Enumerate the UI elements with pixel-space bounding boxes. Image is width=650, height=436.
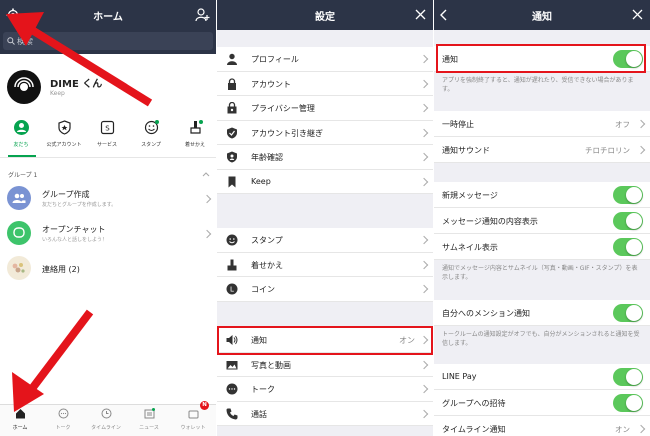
home-screen: ホーム 検索 DIME くん Keep 友だち 公式アカウント S サービス xyxy=(0,0,216,436)
chevron-right-icon xyxy=(419,103,429,113)
settings-item-themes[interactable]: 着せかえ xyxy=(217,253,433,277)
settings-item-calls[interactable]: 通話 xyxy=(217,402,433,426)
person-icon xyxy=(227,53,237,65)
chevron-right-icon xyxy=(419,284,429,294)
settings-item-photos-videos[interactable]: 写真と動画 xyxy=(217,353,433,377)
settings-item-coins[interactable]: L コイン xyxy=(217,277,433,302)
notify-mention-row: 自分へのメンション通知 xyxy=(434,300,650,326)
chevron-right-icon xyxy=(419,409,429,418)
notify-main-note: アプリを強制終了すると、通知が遅れたり、受信できない場合があります。 xyxy=(434,72,650,98)
notify-line-pay-row: LINE Pay xyxy=(434,364,650,390)
settings-screen: 設定 プロフィール アカウント プライバシー管理 アカウント引き継ぎ 年齢確認 … xyxy=(217,0,433,436)
chevron-right-icon xyxy=(419,360,429,369)
chevron-right-icon xyxy=(636,119,646,129)
settings-header: 設定 xyxy=(217,0,433,30)
notify-section-pause: 一時停止 オフ 通知サウンド チロチロリン xyxy=(434,111,650,163)
shield-person-icon xyxy=(227,151,237,163)
settings-item-account-transfer[interactable]: アカウント引き継ぎ xyxy=(217,121,433,145)
settings-group-content: スタンプ 着せかえ L コイン xyxy=(217,228,433,302)
bookmark-icon xyxy=(228,176,236,187)
photo-icon xyxy=(226,360,238,369)
chevron-right-icon xyxy=(419,79,429,88)
chevron-right-icon xyxy=(419,384,429,394)
group-invite-toggle[interactable] xyxy=(613,394,643,412)
message-preview-toggle[interactable] xyxy=(613,212,643,230)
notify-section-other: LINE Pay グループへの招待 タイムライン通知 オン xyxy=(434,364,650,436)
red-arrow-to-settings xyxy=(6,12,153,412)
chevron-right-icon xyxy=(636,145,646,155)
line-pay-toggle[interactable] xyxy=(613,368,643,386)
mention-toggle[interactable] xyxy=(613,304,643,322)
shield-check-icon xyxy=(227,127,237,138)
settings-item-age-verification[interactable]: 年齢確認 xyxy=(217,145,433,170)
notify-thumbnail-row: サムネイル表示 xyxy=(434,234,650,260)
close-icon[interactable] xyxy=(632,9,643,20)
chevron-right-icon xyxy=(419,54,429,64)
highlight-notification-toggle xyxy=(436,44,646,73)
notify-group-invite-row: グループへの招待 xyxy=(434,390,650,416)
thumbnail-toggle[interactable] xyxy=(613,238,643,256)
new-message-toggle[interactable] xyxy=(613,186,643,204)
settings-item-stickers[interactable]: スタンプ xyxy=(217,228,433,253)
settings-item-talk[interactable]: トーク xyxy=(217,377,433,402)
chevron-right-icon xyxy=(419,235,429,245)
settings-item-profile[interactable]: プロフィール xyxy=(217,47,433,72)
svg-text:L: L xyxy=(230,286,234,294)
notify-thumbnail-note: 通知でメッセージ内容とサムネイル（写真・動画・GIF・スタンプ）を表示します。 xyxy=(434,260,650,286)
notify-sound-row[interactable]: 通知サウンド チロチロリン xyxy=(434,137,650,163)
chevron-right-icon xyxy=(419,260,429,269)
notify-timeline-row[interactable]: タイムライン通知 オン xyxy=(434,416,650,436)
notifications-header: 通知 xyxy=(434,0,650,30)
chevron-right-icon xyxy=(419,128,429,137)
notify-section-messages: 新規メッセージ メッセージ通知の内容表示 サムネイル表示 通知でメッセージ内容と… xyxy=(434,182,650,286)
notify-pause-row[interactable]: 一時停止 オフ xyxy=(434,111,650,137)
phone-icon xyxy=(226,408,238,419)
key-lock-icon xyxy=(227,102,237,114)
settings-item-keep[interactable]: Keep xyxy=(217,170,433,194)
smile-icon xyxy=(226,234,238,246)
brush-icon xyxy=(227,259,237,270)
coin-icon: L xyxy=(226,283,238,295)
chevron-right-icon xyxy=(636,424,646,434)
notify-section-mention: 自分へのメンション通知 トークルームの通知設定がオフでも、自分がメンションされる… xyxy=(434,300,650,352)
settings-item-account[interactable]: アカウント xyxy=(217,72,433,96)
chat-icon xyxy=(226,383,238,395)
settings-item-privacy[interactable]: プライバシー管理 xyxy=(217,96,433,121)
page-title: 通知 xyxy=(532,12,552,23)
lock-icon xyxy=(228,77,236,90)
chevron-right-icon xyxy=(419,152,429,162)
highlight-notifications xyxy=(217,326,433,355)
chevron-right-icon xyxy=(419,177,429,186)
settings-group-account: プロフィール アカウント プライバシー管理 アカウント引き継ぎ 年齢確認 Kee… xyxy=(217,47,433,194)
close-icon[interactable] xyxy=(415,9,426,20)
notifications-screen: 通知 通知 アプリを強制終了すると、通知が遅れたり、受信できない場合があります。… xyxy=(434,0,650,436)
notify-new-message-row: 新規メッセージ xyxy=(434,182,650,208)
page-title: 設定 xyxy=(315,12,335,23)
notify-message-preview-row: メッセージ通知の内容表示 xyxy=(434,208,650,234)
notify-mention-note: トークルームの通知設定がオフでも、自分がメンションされると通知を受信します。 xyxy=(434,326,650,352)
